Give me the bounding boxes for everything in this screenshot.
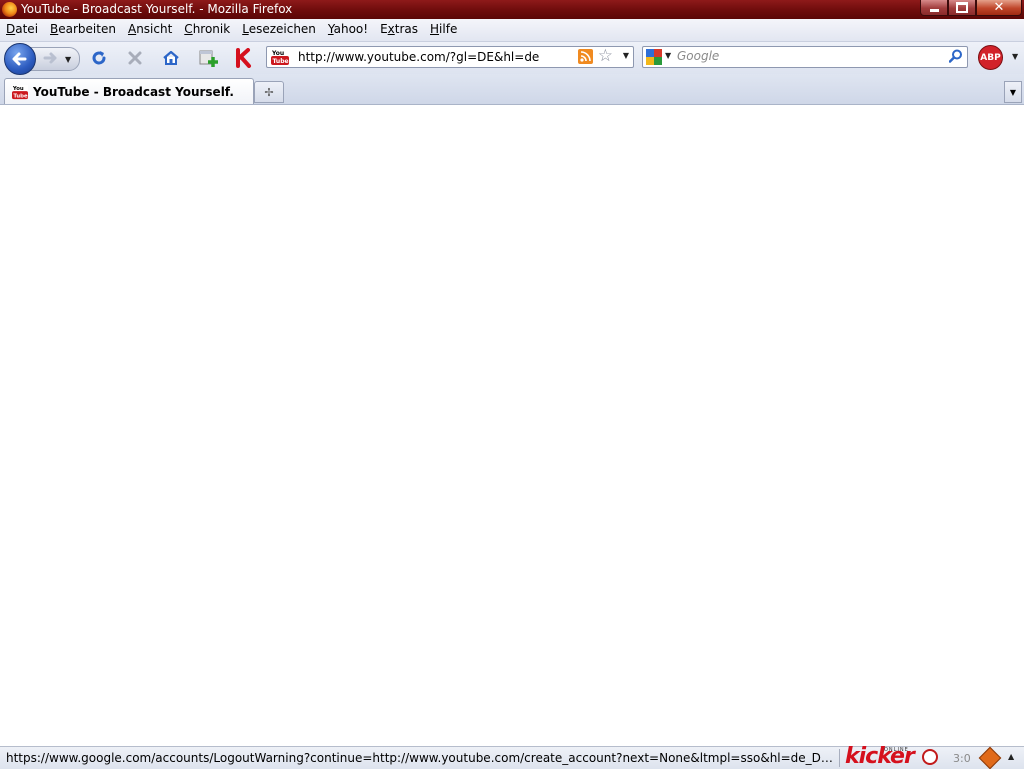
menu-yahoo[interactable]: Yahoo!: [322, 19, 374, 36]
menu-extras[interactable]: Extras: [374, 19, 424, 36]
menu-datei[interactable]: Datei: [0, 19, 44, 36]
score-text[interactable]: 3:0: [953, 752, 971, 765]
restore-icon: [956, 2, 968, 13]
reload-button[interactable]: [89, 48, 109, 68]
menu-chronik[interactable]: Chronik: [178, 19, 236, 36]
svg-text:You: You: [271, 50, 284, 57]
addon-status-icon[interactable]: [978, 746, 1002, 769]
list-all-tabs-button[interactable]: ▼: [1004, 81, 1022, 103]
adblock-plus-icon[interactable]: ABP: [978, 45, 1003, 70]
url-bar[interactable]: You Tube http://www.youtube.com/?gl=DE&h…: [266, 46, 634, 68]
maximize-button[interactable]: [948, 0, 976, 16]
forward-arrow-icon: [43, 52, 57, 64]
home-icon: [163, 50, 179, 65]
bookmark-star-icon[interactable]: ☆: [598, 47, 613, 66]
tab-label: YouTube - Broadcast Yourself.: [33, 85, 234, 99]
search-input[interactable]: [677, 48, 937, 64]
rss-feed-icon[interactable]: [578, 49, 593, 64]
title-bar: YouTube - Broadcast Yourself. - Mozilla …: [0, 0, 1024, 19]
url-text: http://www.youtube.com/?gl=DE&hl=de: [298, 50, 540, 64]
close-icon: ✕: [993, 0, 1005, 15]
status-text: https://www.google.com/accounts/LogoutWa…: [6, 751, 836, 765]
close-button[interactable]: ✕: [976, 0, 1022, 16]
tab-strip: You Tube YouTube - Broadcast Yourself. ✢…: [0, 74, 1024, 105]
minimize-button[interactable]: [920, 0, 948, 16]
menu-ansicht[interactable]: Ansicht: [122, 19, 178, 36]
kicker-icon: [236, 48, 251, 68]
page-content[interactable]: [0, 105, 1024, 745]
google-engine-icon[interactable]: [646, 49, 662, 65]
svg-text:Tube: Tube: [13, 93, 28, 99]
history-dropdown-icon[interactable]: ▼: [65, 55, 71, 64]
kicker-button[interactable]: [234, 48, 254, 68]
back-button[interactable]: [4, 43, 36, 75]
window-controls: ✕: [920, 0, 1022, 17]
engine-dropdown-icon[interactable]: ▼: [665, 51, 671, 60]
menu-lesezeichen[interactable]: Lesezeichen: [236, 19, 322, 36]
svg-text:Tube: Tube: [273, 58, 289, 65]
menu-bar: Datei Bearbeiten Ansicht Chronik Lesezei…: [0, 19, 1024, 42]
plus-icon: ✢: [264, 85, 274, 99]
stop-button[interactable]: [125, 48, 145, 68]
tab-youtube[interactable]: You Tube YouTube - Broadcast Yourself.: [4, 78, 254, 104]
back-arrow-icon: [12, 52, 27, 66]
adblock-dropdown-icon[interactable]: ▼: [1012, 52, 1018, 61]
minimize-icon: [929, 8, 939, 12]
search-bar: ▼: [642, 46, 968, 68]
url-dropdown-icon[interactable]: ▼: [623, 51, 629, 60]
window-title: YouTube - Broadcast Yourself. - Mozilla …: [21, 2, 293, 16]
chevron-down-icon: ▼: [1009, 87, 1017, 97]
stop-icon: [128, 51, 142, 65]
kicker-online-label: ONLINE: [884, 747, 909, 753]
status-divider: [839, 749, 840, 767]
menu-bearbeiten[interactable]: Bearbeiten: [44, 19, 122, 36]
new-tab-button[interactable]: ✢: [254, 81, 284, 103]
home-button[interactable]: [161, 48, 181, 68]
reload-icon: [92, 51, 106, 65]
firefox-icon[interactable]: [2, 2, 17, 17]
soccer-ball-icon[interactable]: [922, 749, 938, 765]
menu-hilfe[interactable]: Hilfe: [424, 19, 463, 36]
youtube-favicon-icon: You Tube: [12, 84, 28, 99]
search-magnifier-icon[interactable]: [949, 49, 963, 63]
chevron-up-icon[interactable]: ▲: [1008, 752, 1014, 761]
add-bookmark-button[interactable]: [198, 48, 218, 68]
add-bookmark-icon: [199, 50, 218, 67]
status-bar: https://www.google.com/accounts/LogoutWa…: [0, 745, 1024, 769]
youtube-favicon-icon: You Tube: [271, 49, 289, 65]
